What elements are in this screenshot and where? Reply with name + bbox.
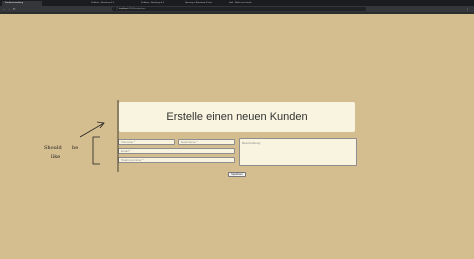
back-icon[interactable]: ← [3,7,6,11]
reload-icon[interactable]: ↻ [13,7,16,11]
url-host: localhost [119,8,128,10]
email-input[interactable]: Email * [118,148,235,154]
info-icon: ⓘ [116,8,119,10]
vorname-input[interactable]: Vorname * [118,139,175,145]
page-title: Erstelle einen neuen Kunden [166,111,308,123]
nachname-input[interactable]: Nachname * [178,139,235,145]
address-bar[interactable]: ⓘlocalhost:4200/kunden/neu [112,7,366,11]
save-button[interactable]: Speichern [228,172,246,177]
url-path: :4200/kunden/neu [127,8,146,10]
page-viewport [0,14,474,259]
beschreibung-textarea[interactable]: Beschreibung [239,138,357,166]
telefon-input[interactable]: Telefonnummer * [118,157,235,163]
forward-icon[interactable]: → [8,7,11,11]
menu-icon[interactable]: ⋮ [466,7,469,11]
header-card: Erstelle einen neuen Kunden [119,102,355,132]
